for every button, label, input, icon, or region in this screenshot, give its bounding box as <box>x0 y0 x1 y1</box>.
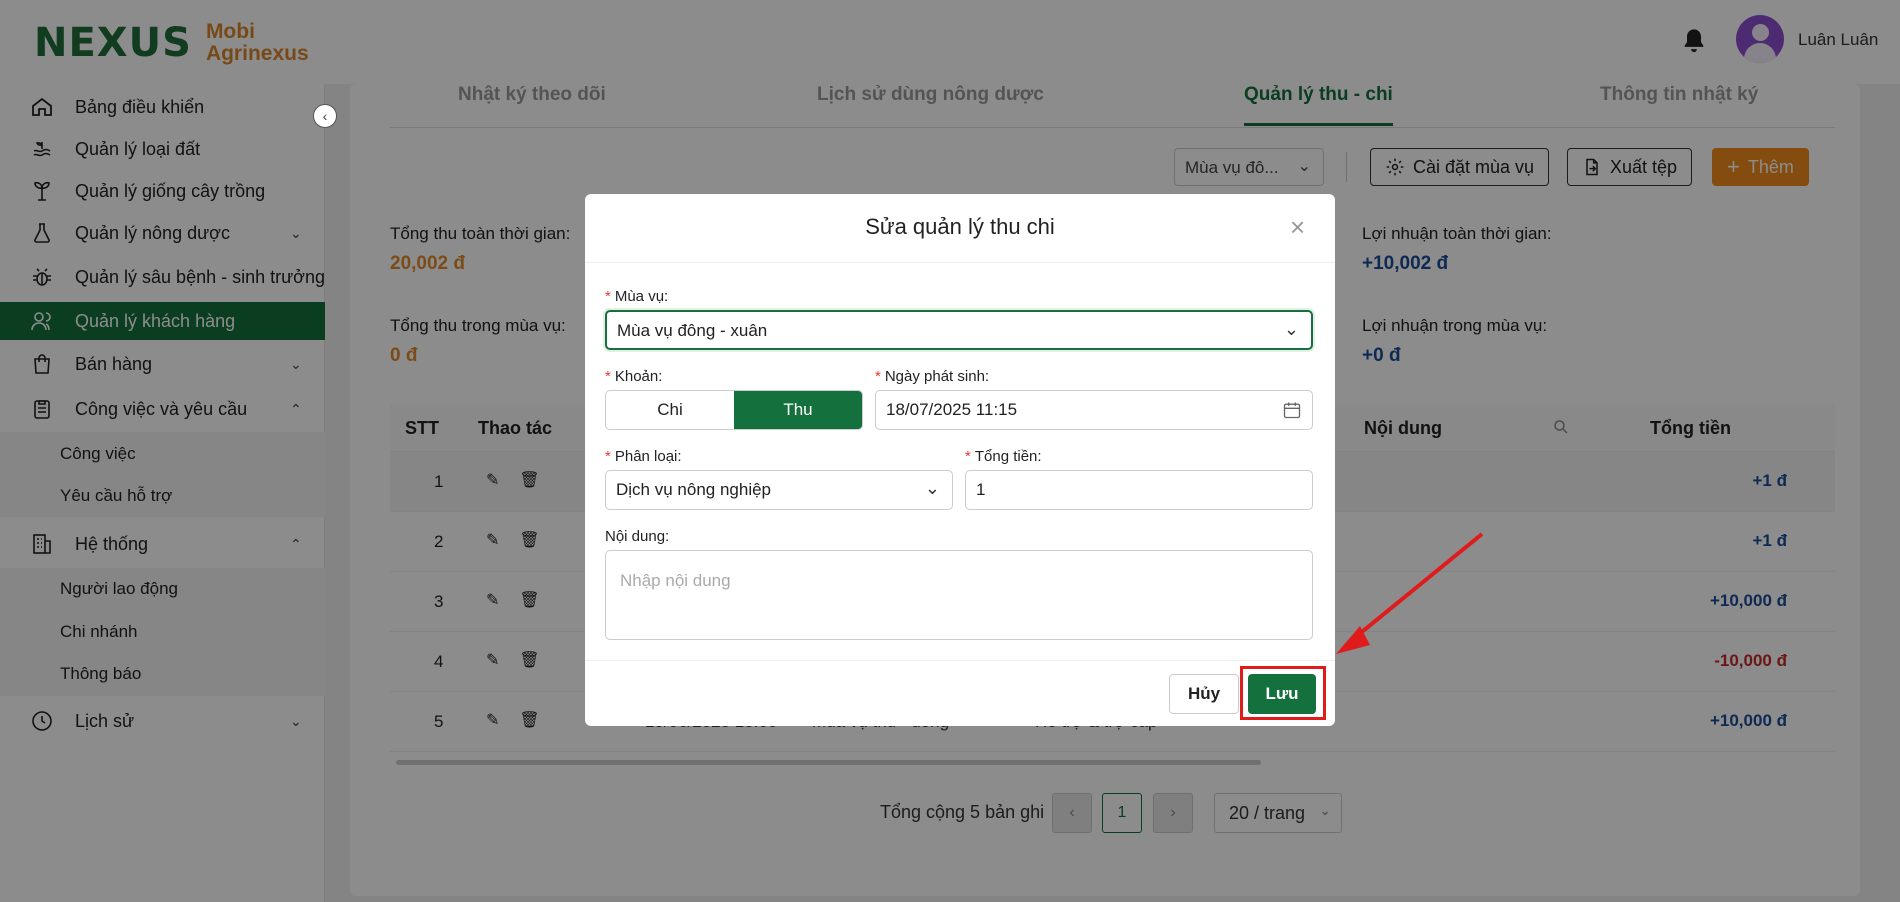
cancel-button[interactable]: Hủy <box>1169 674 1239 714</box>
content-label: Nội dung: <box>605 528 670 545</box>
category-label: * Phân loại: <box>605 448 682 465</box>
date-label: * Ngày phát sinh: <box>875 368 990 385</box>
account-label: * Khoản: <box>605 368 663 385</box>
total-field[interactable]: 1 <box>965 470 1313 510</box>
account-option-chi[interactable]: Chi <box>606 391 734 429</box>
edit-income-expense-modal: Sửa quản lý thu chi × * Mùa vụ: Mùa vụ đô… <box>585 194 1335 726</box>
chevron-down-icon: ⌄ <box>924 478 940 498</box>
season-label: * Mùa vụ: <box>605 288 669 305</box>
save-button[interactable]: Lưu <box>1248 674 1316 714</box>
close-icon[interactable]: × <box>1290 212 1305 243</box>
sidebar-collapse-button[interactable]: ‹ <box>313 104 337 128</box>
account-option-thu[interactable]: Thu <box>734 391 862 429</box>
chevron-down-icon: ⌄ <box>1283 319 1299 339</box>
date-field[interactable]: 18/07/2025 11:15 <box>875 390 1313 430</box>
total-label: * Tổng tiền: <box>965 448 1042 465</box>
content-textarea[interactable]: Nhập nội dung <box>605 550 1313 640</box>
account-toggle[interactable]: Chi Thu <box>605 390 863 430</box>
modal-title: Sửa quản lý thu chi <box>865 214 1055 239</box>
category-field[interactable]: Dịch vụ nông nghiệp ⌄ <box>605 470 953 510</box>
season-field[interactable]: Mùa vụ đông - xuân ⌄ <box>605 310 1313 350</box>
calendar-icon <box>1283 402 1301 419</box>
